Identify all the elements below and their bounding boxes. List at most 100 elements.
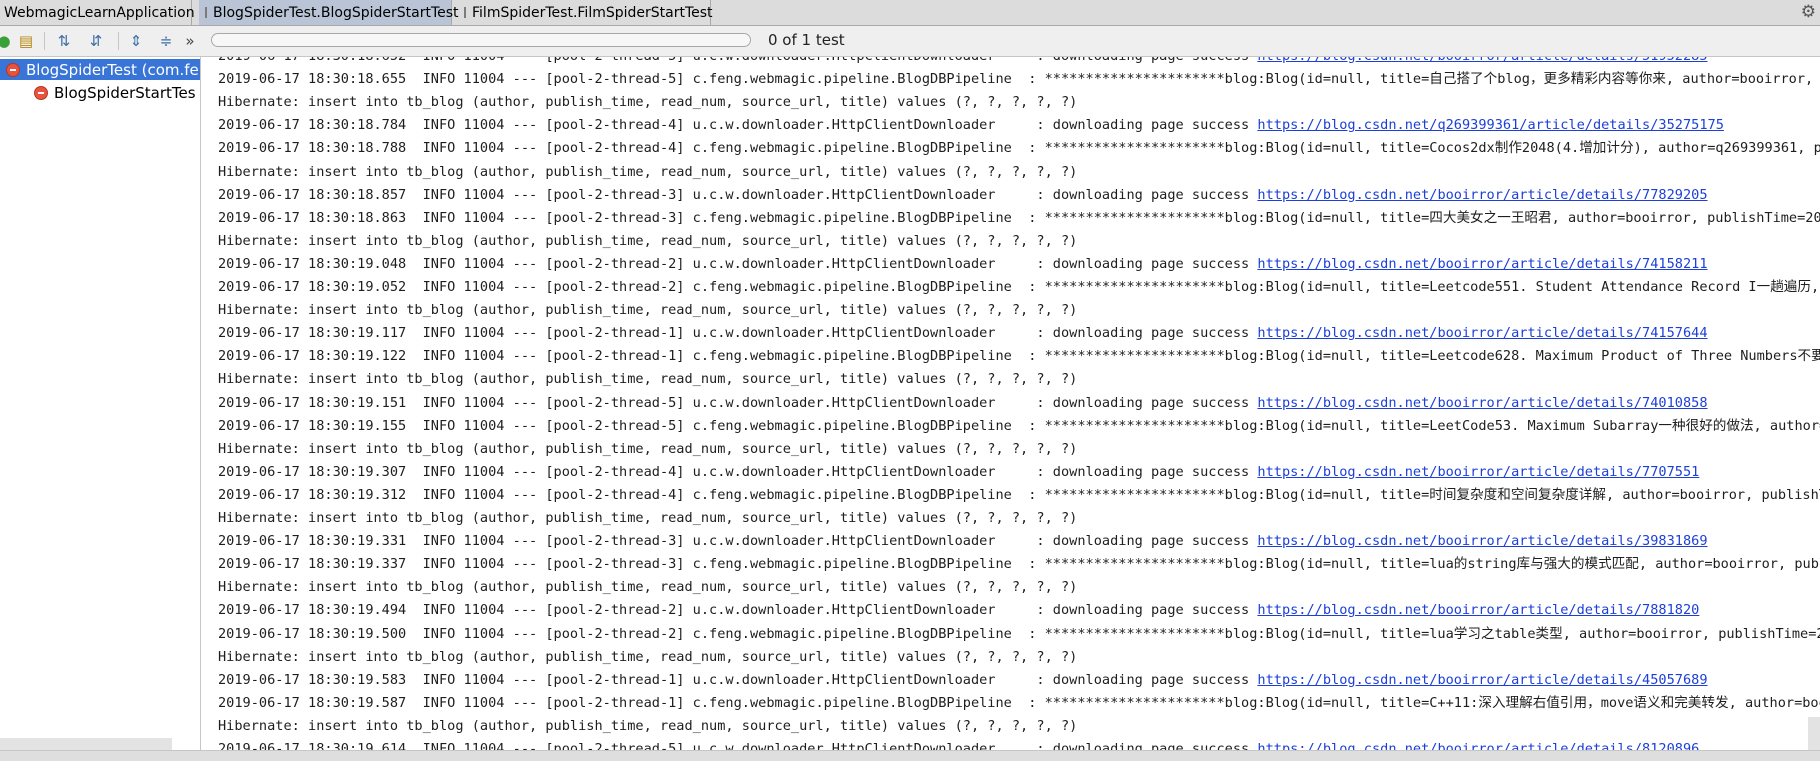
log-line: 2019-06-17 18:30:19.048 INFO 11004 --- […: [218, 254, 1708, 274]
log-text: 2019-06-17 18:30:18.655 INFO 11004 --- […: [218, 71, 1820, 88]
test-count-label: 0 of 1 test: [768, 31, 845, 49]
log-text: Hibernate: insert into tb_blog (author, …: [218, 302, 1078, 319]
log-text: Hibernate: insert into tb_blog (author, …: [218, 440, 1078, 457]
log-text: 2019-06-17 18:30:19.331 INFO 11004 --- […: [218, 533, 1258, 550]
log-line: 2019-06-17 18:30:19.500 INFO 11004 --- […: [218, 624, 1820, 644]
toolbar-divider: [44, 32, 45, 50]
log-text: 2019-06-17 18:30:19.494 INFO 11004 --- […: [218, 602, 1258, 619]
log-text: Hibernate: insert into tb_blog (author, …: [218, 163, 1078, 180]
log-url-link[interactable]: https://blog.csdn.net/booirror/article/d…: [1257, 187, 1707, 203]
log-text: 2019-06-17 18:30:18.863 INFO 11004 --- […: [218, 209, 1820, 226]
tab-webmagic-learn-application[interactable]: WebmagicLearnApplication: [0, 0, 195, 25]
log-text: 2019-06-17 18:30:19.307 INFO 11004 --- […: [218, 463, 1258, 480]
test-run-icon: [205, 7, 207, 18]
log-text: 2019-06-17 18:30:18.788 INFO 11004 --- […: [218, 140, 1820, 157]
log-text: Hibernate: insert into tb_blog (author, …: [218, 232, 1078, 249]
tree-item-blog-spider-start-test[interactable]: BlogSpiderStartTes: [28, 82, 196, 103]
toolbar-divider: [118, 32, 119, 50]
log-text: Hibernate: insert into tb_blog (author, …: [218, 510, 1078, 526]
log-line: 2019-06-17 18:30:19.587 INFO 11004 --- […: [218, 693, 1820, 713]
log-text: 2019-06-17 18:30:19.500 INFO 11004 --- […: [218, 625, 1820, 642]
log-url-link[interactable]: https://blog.csdn.net/booirror/article/d…: [1257, 672, 1707, 688]
collapse-all-icon[interactable]: ≑: [154, 30, 178, 52]
log-line: Hibernate: insert into tb_blog (author, …: [218, 439, 1077, 459]
log-text: 2019-06-17 18:30:19.155 INFO 11004 --- […: [218, 417, 1820, 434]
log-line: 2019-06-17 18:30:18.655 INFO 11004 --- […: [218, 69, 1820, 89]
tab-label: WebmagicLearnApplication: [4, 4, 195, 21]
log-line: Hibernate: insert into tb_blog (author, …: [218, 508, 1077, 528]
log-line: 2019-06-17 18:30:19.117 INFO 11004 --- […: [218, 323, 1708, 343]
log-text: 2019-06-17 18:30:19.337 INFO 11004 --- […: [218, 556, 1820, 573]
database-icon[interactable]: ▤: [14, 30, 38, 52]
log-line: 2019-06-17 18:30:19.052 INFO 11004 --- […: [218, 277, 1820, 297]
log-url-link[interactable]: https://blog.csdn.net/q269399361/article…: [1257, 117, 1724, 133]
log-line: Hibernate: insert into tb_blog (author, …: [218, 300, 1077, 320]
console-output: 2019-06-17 18:30:18.652 INFO 11004 --- […: [201, 57, 1820, 760]
log-line: Hibernate: insert into tb_blog (author, …: [218, 369, 1077, 389]
tab-blog-spider-start-test[interactable]: BlogSpiderTest.BlogSpiderStartTest: [199, 0, 459, 25]
more-actions-icon[interactable]: »: [178, 30, 202, 52]
sort-alphabetically-icon[interactable]: ⇅: [52, 30, 76, 52]
log-url-link[interactable]: https://blog.csdn.net/booirror/article/d…: [1257, 256, 1707, 272]
test-tree-panel: BlogSpiderTest (com.fe BlogSpiderStartTe…: [0, 57, 201, 760]
log-text: 2019-06-17 18:30:19.583 INFO 11004 --- […: [218, 671, 1258, 688]
log-line: 2019-06-17 18:30:18.857 INFO 11004 --- […: [218, 185, 1708, 205]
log-line: 2019-06-17 18:30:19.312 INFO 11004 --- […: [218, 485, 1820, 505]
log-text: 2019-06-17 18:30:19.151 INFO 11004 --- […: [218, 394, 1258, 411]
test-progress-bar: [211, 33, 751, 47]
log-url-link[interactable]: https://blog.csdn.net/booirror/article/d…: [1257, 57, 1707, 64]
log-line: Hibernate: insert into tb_blog (author, …: [218, 647, 1077, 667]
test-failed-icon: [6, 62, 20, 77]
log-text: 2019-06-17 18:30:19.052 INFO 11004 --- […: [218, 279, 1820, 295]
log-text: Hibernate: insert into tb_blog (author, …: [218, 94, 1078, 111]
log-line: 2019-06-17 18:30:19.331 INFO 11004 --- […: [218, 531, 1708, 551]
log-text: 2019-06-17 18:30:19.122 INFO 11004 --- […: [218, 348, 1820, 365]
tab-label: BlogSpiderTest.BlogSpiderStartTest: [213, 4, 459, 21]
gear-icon[interactable]: ⚙: [1801, 2, 1816, 22]
test-runner-toolbar: ● ▤ ⇅ ⇵ ⇕ ≑ » 0 of 1 test: [0, 26, 1820, 57]
log-text: 2019-06-17 18:30:19.048 INFO 11004 --- […: [218, 255, 1258, 272]
log-line: Hibernate: insert into tb_blog (author, …: [218, 162, 1077, 182]
log-text: 2019-06-17 18:30:18.784 INFO 11004 --- […: [218, 117, 1258, 134]
log-text: 2019-06-17 18:30:18.857 INFO 11004 --- […: [218, 186, 1258, 203]
editor-tab-bar: WebmagicLearnApplication BlogSpiderTest.…: [0, 0, 1820, 26]
log-url-link[interactable]: https://blog.csdn.net/booirror/article/d…: [1257, 464, 1699, 480]
log-line: 2019-06-17 18:30:18.784 INFO 11004 --- […: [218, 115, 1724, 135]
tree-item-label: BlogSpiderTest (com.fe: [26, 60, 199, 79]
log-text: Hibernate: insert into tb_blog (author, …: [218, 371, 1078, 388]
log-line: Hibernate: insert into tb_blog (author, …: [218, 577, 1077, 597]
log-line: 2019-06-17 18:30:18.652 INFO 11004 --- […: [218, 57, 1708, 66]
log-url-link[interactable]: https://blog.csdn.net/booirror/article/d…: [1257, 602, 1699, 618]
log-line: Hibernate: insert into tb_blog (author, …: [218, 716, 1077, 736]
log-url-link[interactable]: https://blog.csdn.net/booirror/article/d…: [1257, 395, 1707, 411]
sort-by-duration-icon[interactable]: ⇵: [84, 30, 108, 52]
log-line: Hibernate: insert into tb_blog (author, …: [218, 231, 1077, 251]
log-text: 2019-06-17 18:30:18.652 INFO 11004 --- […: [218, 57, 1257, 64]
log-text: 2019-06-17 18:30:19.312 INFO 11004 --- […: [218, 486, 1820, 503]
log-line: Hibernate: insert into tb_blog (author, …: [218, 92, 1077, 112]
log-url-link[interactable]: https://blog.csdn.net/booirror/article/d…: [1257, 325, 1707, 341]
log-line: 2019-06-17 18:30:19.155 INFO 11004 --- […: [218, 416, 1820, 436]
log-line: 2019-06-17 18:30:19.583 INFO 11004 --- […: [218, 670, 1708, 690]
tree-item-label: BlogSpiderStartTes: [54, 83, 196, 102]
bottom-status-strip: [0, 750, 1820, 761]
test-run-icon: [464, 7, 466, 18]
log-line: 2019-06-17 18:30:19.151 INFO 11004 --- […: [218, 393, 1708, 413]
log-line: 2019-06-17 18:30:19.307 INFO 11004 --- […: [218, 462, 1699, 482]
tab-film-spider-start-test[interactable]: FilmSpiderTest.FilmSpiderStartTest: [458, 0, 713, 25]
log-text: Hibernate: insert into tb_blog (author, …: [218, 579, 1078, 596]
log-line: 2019-06-17 18:30:18.863 INFO 11004 --- […: [218, 208, 1820, 228]
log-text: 2019-06-17 18:30:19.587 INFO 11004 --- […: [218, 694, 1820, 711]
log-line: 2019-06-17 18:30:18.788 INFO 11004 --- […: [218, 138, 1820, 158]
tab-label: FilmSpiderTest.FilmSpiderStartTest: [472, 4, 713, 21]
log-text: Hibernate: insert into tb_blog (author, …: [218, 648, 1078, 665]
log-text: Hibernate: insert into tb_blog (author, …: [218, 717, 1078, 734]
tree-item-blog-spider-test[interactable]: BlogSpiderTest (com.fe: [0, 59, 200, 80]
log-text: 2019-06-17 18:30:19.117 INFO 11004 --- […: [218, 325, 1258, 342]
log-url-link[interactable]: https://blog.csdn.net/booirror/article/d…: [1257, 533, 1707, 549]
log-line: 2019-06-17 18:30:19.122 INFO 11004 --- […: [218, 346, 1820, 366]
log-line: 2019-06-17 18:30:19.494 INFO 11004 --- […: [218, 600, 1699, 620]
expand-all-icon[interactable]: ⇕: [124, 30, 148, 52]
test-failed-icon: [34, 85, 48, 100]
log-line: 2019-06-17 18:30:19.337 INFO 11004 --- […: [218, 554, 1820, 574]
